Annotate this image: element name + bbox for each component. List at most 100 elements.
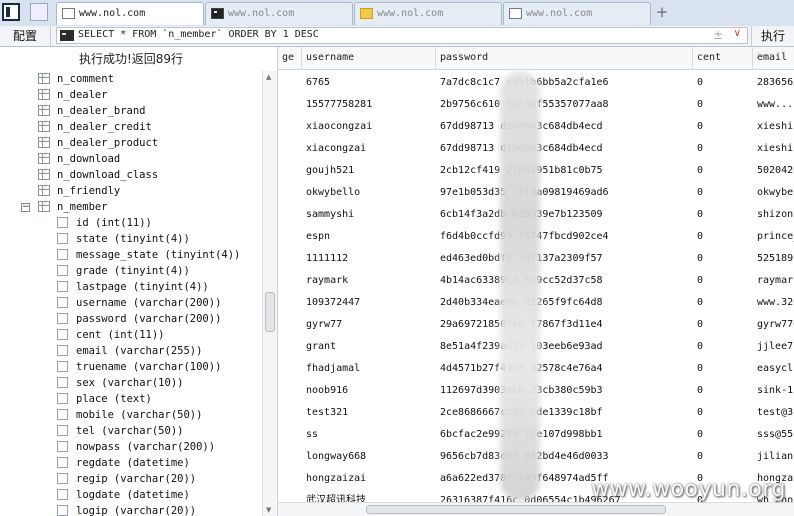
- tree-table-item[interactable]: n_dealer_product: [0, 135, 262, 151]
- table-cell[interactable]: 0: [693, 226, 753, 248]
- table-cell[interactable]: ed463ed0bdfd 58f137a2309f57: [436, 248, 693, 270]
- tree-column-item[interactable]: username (varchar(200)): [0, 295, 262, 311]
- table-cell[interactable]: 0: [693, 72, 753, 94]
- table-cell[interactable]: 0: [693, 248, 753, 270]
- table-cell[interactable]: okwybello: [302, 182, 436, 204]
- tree-column-item[interactable]: id (int(11)): [0, 215, 262, 231]
- table-cell[interactable]: [278, 248, 302, 270]
- tree-column-item[interactable]: message_state (tinyint(4)): [0, 247, 262, 263]
- table-cell[interactable]: 112697d3903ebb 23cb380c59b3: [436, 380, 693, 402]
- table-row[interactable]: raymark 4b14ac63389ce 5c9cc52d37c58 0 rayma…: [278, 270, 794, 292]
- tree-column-item[interactable]: nowpass (varchar(200)): [0, 439, 262, 455]
- table-cell[interactable]: 0: [693, 204, 753, 226]
- table-cell[interactable]: 6cb14f3a2db 62b339e7b123509: [436, 204, 693, 226]
- chevron-down-icon[interactable]: ∨: [734, 28, 741, 39]
- table-cell[interactable]: 0: [693, 424, 753, 446]
- table-cell[interactable]: easycl: [753, 358, 794, 380]
- table-cell[interactable]: 5020420: [753, 160, 794, 182]
- table-row[interactable]: xiacongzai 67dd98713 d1bd6b3c684db4ecd 0 xi…: [278, 138, 794, 160]
- table-row[interactable]: 67657a7dc8c1c7 c451b6bb5a2cfa1e602836562: [278, 72, 794, 94]
- table-cell[interactable]: 0: [693, 160, 753, 182]
- table-cell[interactable]: prince_: [753, 226, 794, 248]
- table-cell[interactable]: espn: [302, 226, 436, 248]
- tree-table-item-expanded[interactable]: − n_member: [0, 199, 262, 215]
- table-cell[interactable]: 0: [693, 336, 753, 358]
- sql-query-text[interactable]: SELECT * FROM `n_member` ORDER BY 1 DESC: [78, 29, 319, 40]
- table-cell[interactable]: 2b9756c610 5a63af55357077aa8: [436, 94, 693, 116]
- tree-scrollbar-thumb[interactable]: [265, 292, 275, 332]
- table-cell[interactable]: 0: [693, 182, 753, 204]
- table-cell[interactable]: 67dd98713 d1bd6b3c684db4ecd: [436, 138, 693, 160]
- table-cell[interactable]: f6d4b0ccfd99 f8747fbcd902ce4: [436, 226, 693, 248]
- table-cell[interactable]: [278, 270, 302, 292]
- table-cell[interactable]: 2cb12cf419 27682951b81c0b75: [436, 160, 693, 182]
- plus-minus-icon[interactable]: ±: [713, 28, 723, 42]
- table-cell[interactable]: shizon: [753, 204, 794, 226]
- table-cell[interactable]: 7a7dc8c1c7 c451b6bb5a2cfa1e6: [436, 72, 693, 94]
- grid-scrollbar-thumb[interactable]: [366, 505, 666, 514]
- tree-column-item[interactable]: regip (varchar(20)): [0, 471, 262, 487]
- table-cell[interactable]: gyrw770: [753, 314, 794, 336]
- table-row[interactable]: goujh521 2cb12cf419 27682951b81c0b75 0 5020…: [278, 160, 794, 182]
- table-cell[interactable]: www...15: [753, 94, 794, 116]
- table-cell[interactable]: [278, 94, 302, 116]
- table-cell[interactable]: 6765: [302, 72, 436, 94]
- sql-input[interactable]: SELECT * FROM `n_member` ORDER BY 1 DESC…: [56, 27, 748, 44]
- table-cell[interactable]: 0: [693, 116, 753, 138]
- table-cell[interactable]: jjlee7: [753, 336, 794, 358]
- table-cell[interactable]: xiaocongzai: [302, 116, 436, 138]
- table-cell[interactable]: xieshi: [753, 116, 794, 138]
- table-row[interactable]: grant 8e51a4f239ad23 103eeb6e93ad 0 jjlee7: [278, 336, 794, 358]
- table-cell[interactable]: test321: [302, 402, 436, 424]
- table-row[interactable]: longway668 9656cb7d83ce7 852bd4e46d0033 0 j…: [278, 446, 794, 468]
- table-cell[interactable]: 6bcfac2e99274 fce107d998bb1: [436, 424, 693, 446]
- window-icon[interactable]: [30, 3, 48, 21]
- table-row[interactable]: espnf6d4b0ccfd99 f8747fbcd902ce40prince_: [278, 226, 794, 248]
- tree-column-item[interactable]: truename (varchar(100)): [0, 359, 262, 375]
- table-cell[interactable]: [278, 160, 302, 182]
- table-cell[interactable]: [278, 72, 302, 94]
- table-row[interactable]: okwybello 97e1b053d35 c1fda09819469ad6 0 ok…: [278, 182, 794, 204]
- table-cell[interactable]: 1111112: [302, 248, 436, 270]
- column-header[interactable]: password: [436, 47, 693, 69]
- table-cell[interactable]: sss@55: [753, 424, 794, 446]
- table-cell[interactable]: 9656cb7d83ce7 852bd4e46d0033: [436, 446, 693, 468]
- tree-table-item[interactable]: n_dealer_credit: [0, 119, 262, 135]
- table-cell[interactable]: [278, 336, 302, 358]
- table-cell[interactable]: 2ce8686667cc97 cde1339c18bf: [436, 402, 693, 424]
- tree-column-item[interactable]: cent (int(11)): [0, 327, 262, 343]
- table-cell[interactable]: [278, 446, 302, 468]
- table-row[interactable]: 109372447 2d40b334eae6e 42265f9fc64d8 0 www…: [278, 292, 794, 314]
- table-row[interactable]: sammyshi 6cb14f3a2db 62b339e7b123509 0 shiz…: [278, 204, 794, 226]
- scroll-down-icon[interactable]: ▼: [266, 506, 271, 514]
- table-cell[interactable]: 0: [693, 446, 753, 468]
- table-cell[interactable]: 29a697218502eb f7867f3d11e4: [436, 314, 693, 336]
- table-cell[interactable]: [278, 424, 302, 446]
- table-row[interactable]: 15577758281 2b9756c610 5a63af55357077aa8 0…: [278, 94, 794, 116]
- table-cell[interactable]: [278, 182, 302, 204]
- table-cell[interactable]: ss: [302, 424, 436, 446]
- table-cell[interactable]: 4d4571b27f49bf 32578c4e76a4: [436, 358, 693, 380]
- table-cell[interactable]: 2836562: [753, 72, 794, 94]
- table-cell[interactable]: 0: [693, 292, 753, 314]
- table-row[interactable]: fhadjamal 4d4571b27f49bf 32578c4e76a4 0 eas…: [278, 358, 794, 380]
- tree-column-item[interactable]: regdate (datetime): [0, 455, 262, 471]
- config-button[interactable]: 配置: [0, 26, 51, 46]
- table-cell[interactable]: [278, 116, 302, 138]
- table-row[interactable]: noob916 112697d3903ebb 23cb380c59b3 0 sink-…: [278, 380, 794, 402]
- tree-column-item[interactable]: mobile (varchar(50)): [0, 407, 262, 423]
- table-cell[interactable]: sink-1: [753, 380, 794, 402]
- tab-terminal[interactable]: www.nol.com: [205, 2, 353, 25]
- table-cell[interactable]: [278, 402, 302, 424]
- table-cell[interactable]: 0: [693, 314, 753, 336]
- table-cell[interactable]: [278, 468, 302, 490]
- tree-table-item[interactable]: n_dealer: [0, 87, 262, 103]
- table-cell[interactable]: sammyshi: [302, 204, 436, 226]
- tree-table-item[interactable]: n_comment: [0, 71, 262, 87]
- table-cell[interactable]: hongzaizai: [302, 468, 436, 490]
- table-cell[interactable]: 109372447: [302, 292, 436, 314]
- table-cell[interactable]: 97e1b053d35 c1fda09819469ad6: [436, 182, 693, 204]
- table-cell[interactable]: 0: [693, 94, 753, 116]
- table-cell[interactable]: [278, 358, 302, 380]
- table-cell[interactable]: 5251895: [753, 248, 794, 270]
